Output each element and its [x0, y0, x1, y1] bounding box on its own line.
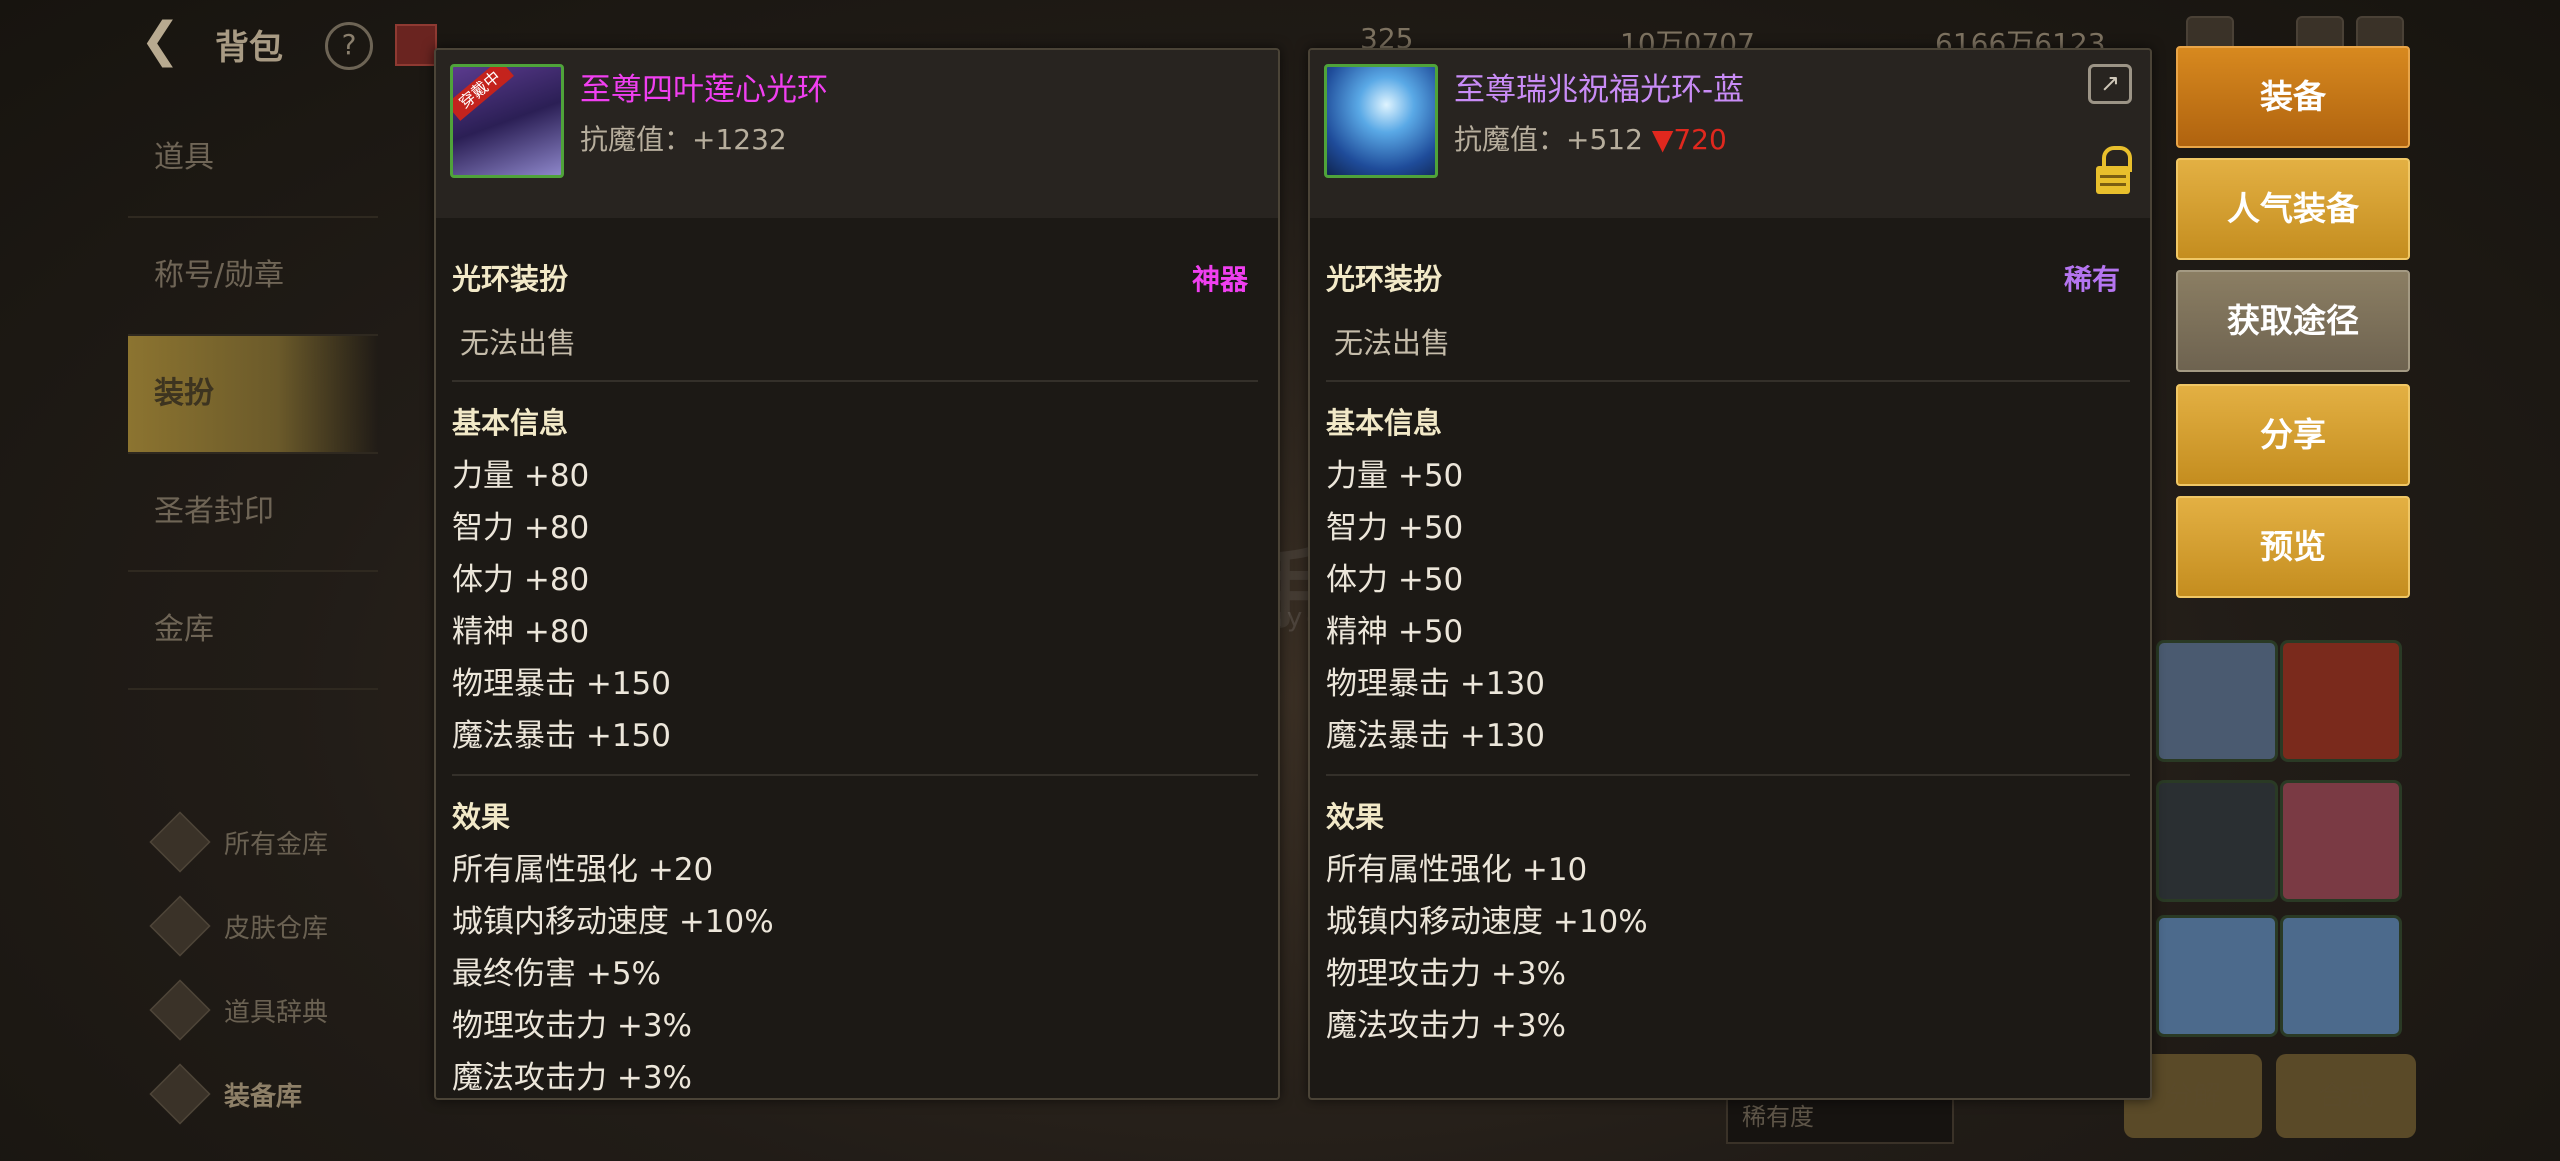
effects-title: 效果 — [1326, 800, 1385, 834]
basic-info-title: 基本信息 — [1326, 406, 1443, 440]
no-sell-label: 无法出售 — [1334, 326, 1451, 360]
basic-info-title: 基本信息 — [452, 406, 569, 440]
effect-line: 城镇内移动速度 +10% — [1326, 904, 1648, 940]
inventory-slot[interactable] — [2280, 780, 2402, 902]
basic-info-section: 基本信息 力量 +50 智力 +50 体力 +50 精神 +50 物理暴击 +1… — [1326, 400, 2120, 762]
nav-item-avatar[interactable]: 装扮 — [128, 336, 378, 454]
inventory-slot[interactable] — [2156, 640, 2278, 762]
stat-vitality: 体力 +80 — [452, 562, 590, 598]
mail-icon[interactable] — [395, 24, 437, 66]
divider — [1326, 774, 2130, 776]
equip-button[interactable]: 装备 — [2176, 46, 2410, 148]
sub-item-skin-storage[interactable]: 皮肤仓库 — [149, 884, 390, 968]
left-nav: 道具 称号/勋章 装扮 圣者封印 金库 — [128, 100, 378, 690]
resist-value: 抗魔值：+1232 — [580, 123, 787, 156]
sub-item-item-dictionary[interactable]: 道具辞典 — [149, 968, 390, 1052]
sub-nav: 所有金库 皮肤仓库 道具辞典 装备库 — [149, 800, 390, 1136]
page-title: 背包 — [215, 28, 283, 68]
tooltip-header: 至尊瑞兆祝福光环-蓝 抗魔值：+512 ▼720 ↗ — [1310, 50, 2150, 218]
no-sell-label: 无法出售 — [460, 326, 577, 360]
effect-line: 物理攻击力 +3% — [1326, 956, 1567, 992]
item-tooltip-selected: 至尊瑞兆祝福光环-蓝 抗魔值：+512 ▼720 ↗ 光环装扮 稀有 无法出售 … — [1308, 48, 2152, 1100]
preview-button[interactable]: 预览 — [2176, 496, 2410, 598]
item-name: 至尊瑞兆祝福光环-蓝 — [1454, 72, 1745, 108]
inventory-slot[interactable] — [2280, 915, 2402, 1037]
compose-button[interactable]: 合成 — [2276, 1054, 2416, 1138]
nav-item-seal[interactable]: 圣者封印 — [128, 454, 378, 572]
lock-icon[interactable] — [2096, 146, 2132, 196]
divider — [1326, 380, 2130, 382]
nav-item-vault[interactable]: 金库 — [128, 572, 378, 690]
effect-line: 城镇内移动速度 +10% — [452, 904, 774, 940]
wearing-badge: 穿戴中 — [453, 67, 514, 121]
stat-intelligence: 智力 +50 — [1326, 510, 1464, 546]
popular-equip-button[interactable]: 人气装备 — [2176, 158, 2410, 260]
resist-value: 抗魔值：+512 ▼720 — [1454, 118, 1727, 158]
vault-icon — [149, 811, 211, 873]
obtain-route-button[interactable]: 获取途径 — [2176, 270, 2410, 372]
skin-icon — [149, 895, 211, 957]
inventory-slot[interactable] — [2280, 640, 2402, 762]
category-title: 光环装扮 — [452, 262, 569, 296]
effect-line: 魔法攻击力 +3% — [452, 1060, 693, 1096]
back-arrow-icon[interactable]: ❮ — [140, 14, 210, 66]
equipment-icon — [149, 1063, 211, 1125]
stat-intelligence: 智力 +80 — [452, 510, 590, 546]
effect-line: 物理攻击力 +3% — [452, 1008, 693, 1044]
stat-magic-crit: 魔法暴击 +150 — [452, 718, 671, 754]
effects-title: 效果 — [452, 800, 511, 834]
dictionary-icon — [149, 979, 211, 1041]
stat-vitality: 体力 +50 — [1326, 562, 1464, 598]
stat-spirit: 精神 +50 — [1326, 614, 1464, 650]
effects-section: 效果 所有属性强化 +10 城镇内移动速度 +10% 物理攻击力 +3% 魔法攻… — [1326, 794, 2120, 1052]
item-tooltip-equipped: 穿戴中 至尊四叶莲心光环 抗魔值：+1232 光环装扮 神器 无法出售 基本信息… — [434, 48, 1280, 1100]
share-button[interactable]: 分享 — [2176, 384, 2410, 486]
stat-phys-crit: 物理暴击 +150 — [452, 666, 671, 702]
tooltip-header: 穿戴中 至尊四叶莲心光环 抗魔值：+1232 — [436, 50, 1278, 218]
divider — [452, 774, 1258, 776]
divider — [452, 380, 1258, 382]
stat-phys-crit: 物理暴击 +130 — [1326, 666, 1545, 702]
stat-magic-crit: 魔法暴击 +130 — [1326, 718, 1545, 754]
sub-item-label: 所有金库 — [224, 829, 329, 860]
effect-line: 所有属性强化 +10 — [1326, 852, 1588, 888]
rarity-label: 神器 — [1191, 263, 1248, 296]
effect-line: 魔法攻击力 +3% — [1326, 1008, 1567, 1044]
effect-line: 所有属性强化 +20 — [452, 852, 714, 888]
inventory-slot[interactable] — [2156, 915, 2278, 1037]
stat-strength: 力量 +50 — [1326, 458, 1464, 494]
stat-strength: 力量 +80 — [452, 458, 590, 494]
category-section: 光环装扮 稀有 无法出售 — [1326, 256, 2120, 362]
sub-item-all-vault[interactable]: 所有金库 — [149, 800, 390, 884]
sub-item-label: 装备库 — [224, 1081, 303, 1112]
nav-item-items[interactable]: 道具 — [128, 100, 378, 218]
item-icon — [1324, 64, 1438, 178]
category-section: 光环装扮 神器 无法出售 — [452, 256, 1248, 362]
category-title: 光环装扮 — [1326, 262, 1443, 296]
help-icon[interactable]: ? — [325, 22, 373, 70]
effects-section: 效果 所有属性强化 +20 城镇内移动速度 +10% 最终伤害 +5% 物理攻击… — [452, 794, 1248, 1098]
rarity-label: 稀有 — [2063, 263, 2120, 296]
nav-item-titles[interactable]: 称号/勋章 — [128, 218, 378, 336]
effect-line: 最终伤害 +5% — [452, 956, 662, 992]
share-icon[interactable]: ↗ — [2088, 64, 2132, 104]
resist-diff: ▼720 — [1651, 123, 1727, 156]
item-name: 至尊四叶莲心光环 — [580, 72, 828, 108]
basic-info-section: 基本信息 力量 +80 智力 +80 体力 +80 精神 +80 物理暴击 +1… — [452, 400, 1248, 762]
sub-item-label: 皮肤仓库 — [224, 913, 329, 944]
inventory-slot[interactable] — [2156, 780, 2278, 902]
item-icon: 穿戴中 — [450, 64, 564, 178]
resist-value-text: 抗魔值：+512 — [1454, 123, 1643, 156]
sub-item-label: 道具辞典 — [224, 997, 329, 1028]
stat-spirit: 精神 +80 — [452, 614, 590, 650]
sub-item-equipment-storage[interactable]: 装备库 — [149, 1052, 390, 1136]
